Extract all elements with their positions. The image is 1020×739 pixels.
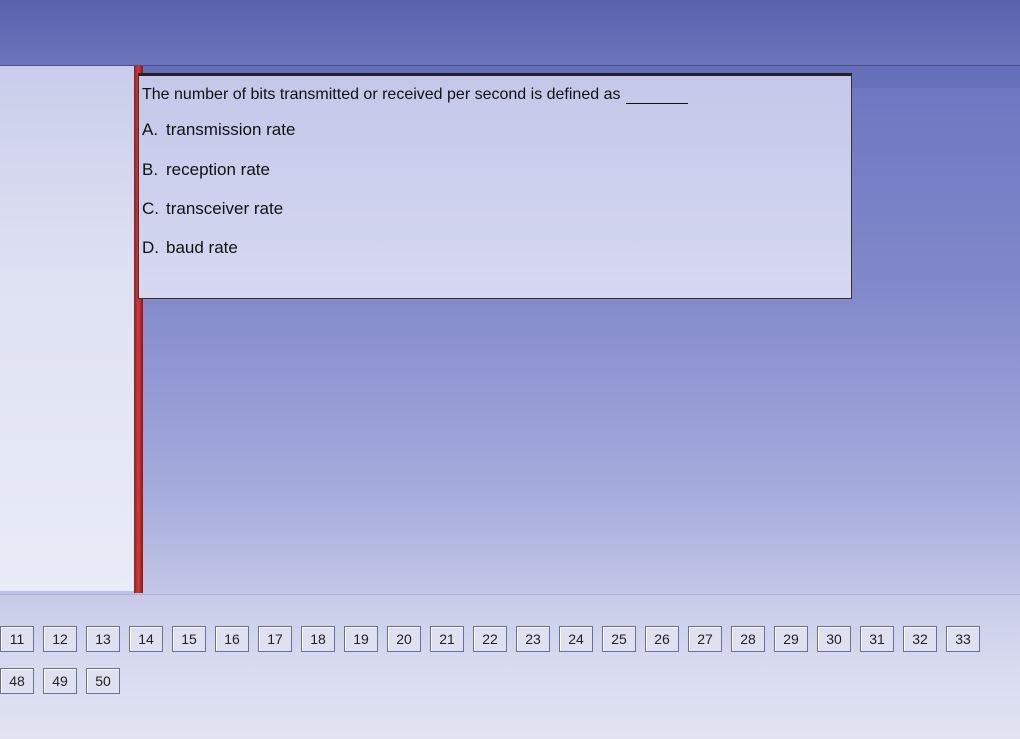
question-nav-button[interactable]: 33 (946, 626, 980, 652)
question-nav-button[interactable]: 25 (602, 626, 636, 652)
question-nav-row-1: 11 12 13 14 15 16 17 18 19 20 21 22 23 2… (0, 626, 980, 652)
question-nav-button[interactable]: 13 (86, 626, 120, 652)
question-nav-button[interactable]: 26 (645, 626, 679, 652)
option-a[interactable]: A. transmission rate (142, 120, 295, 140)
question-nav-button[interactable]: 21 (430, 626, 464, 652)
question-nav-button[interactable]: 23 (516, 626, 550, 652)
question-nav-button[interactable]: 11 (0, 626, 34, 652)
question-nav-button[interactable]: 27 (688, 626, 722, 652)
option-label: transmission rate (166, 120, 296, 139)
option-letter: D. (142, 238, 159, 257)
option-b[interactable]: B. reception rate (142, 160, 270, 180)
option-c[interactable]: C. transceiver rate (142, 199, 283, 219)
option-label: reception rate (166, 160, 270, 179)
question-nav-button[interactable]: 20 (387, 626, 421, 652)
answer-blank (626, 89, 689, 104)
question-nav-button[interactable]: 30 (817, 626, 851, 652)
question-nav-button[interactable]: 18 (301, 626, 335, 652)
question-nav-button[interactable]: 16 (215, 626, 249, 652)
question-nav-button[interactable]: 48 (0, 668, 34, 694)
question-nav-button[interactable]: 15 (172, 626, 206, 652)
question-text: The number of bits transmitted or receiv… (142, 86, 621, 103)
option-d[interactable]: D. baud rate (142, 238, 238, 258)
question-nav-button[interactable]: 19 (344, 626, 378, 652)
question-nav-button[interactable]: 32 (903, 626, 937, 652)
question-nav-button[interactable]: 28 (731, 626, 765, 652)
question-nav-row-2: 48 49 50 (0, 668, 120, 694)
option-label: baud rate (166, 238, 238, 257)
left-panel (0, 66, 135, 591)
question-nav-button[interactable]: 22 (473, 626, 507, 652)
question-nav-button[interactable]: 14 (129, 626, 163, 652)
option-letter: C. (142, 199, 159, 218)
question-nav-button[interactable]: 50 (86, 668, 120, 694)
question-nav-button[interactable]: 17 (258, 626, 292, 652)
window-top-band (0, 0, 1020, 66)
question-box: The number of bits transmitted or receiv… (138, 73, 852, 299)
question-nav-button[interactable]: 24 (559, 626, 593, 652)
option-letter: A. (142, 120, 159, 139)
question-text-line: The number of bits transmitted or receiv… (142, 86, 689, 104)
question-nav-button[interactable]: 12 (43, 626, 77, 652)
question-nav-button[interactable]: 31 (860, 626, 894, 652)
question-navigation-panel (0, 594, 1020, 739)
option-label: transceiver rate (166, 199, 284, 218)
question-nav-button[interactable]: 29 (774, 626, 808, 652)
option-letter: B. (142, 160, 159, 179)
question-nav-button[interactable]: 49 (43, 668, 77, 694)
